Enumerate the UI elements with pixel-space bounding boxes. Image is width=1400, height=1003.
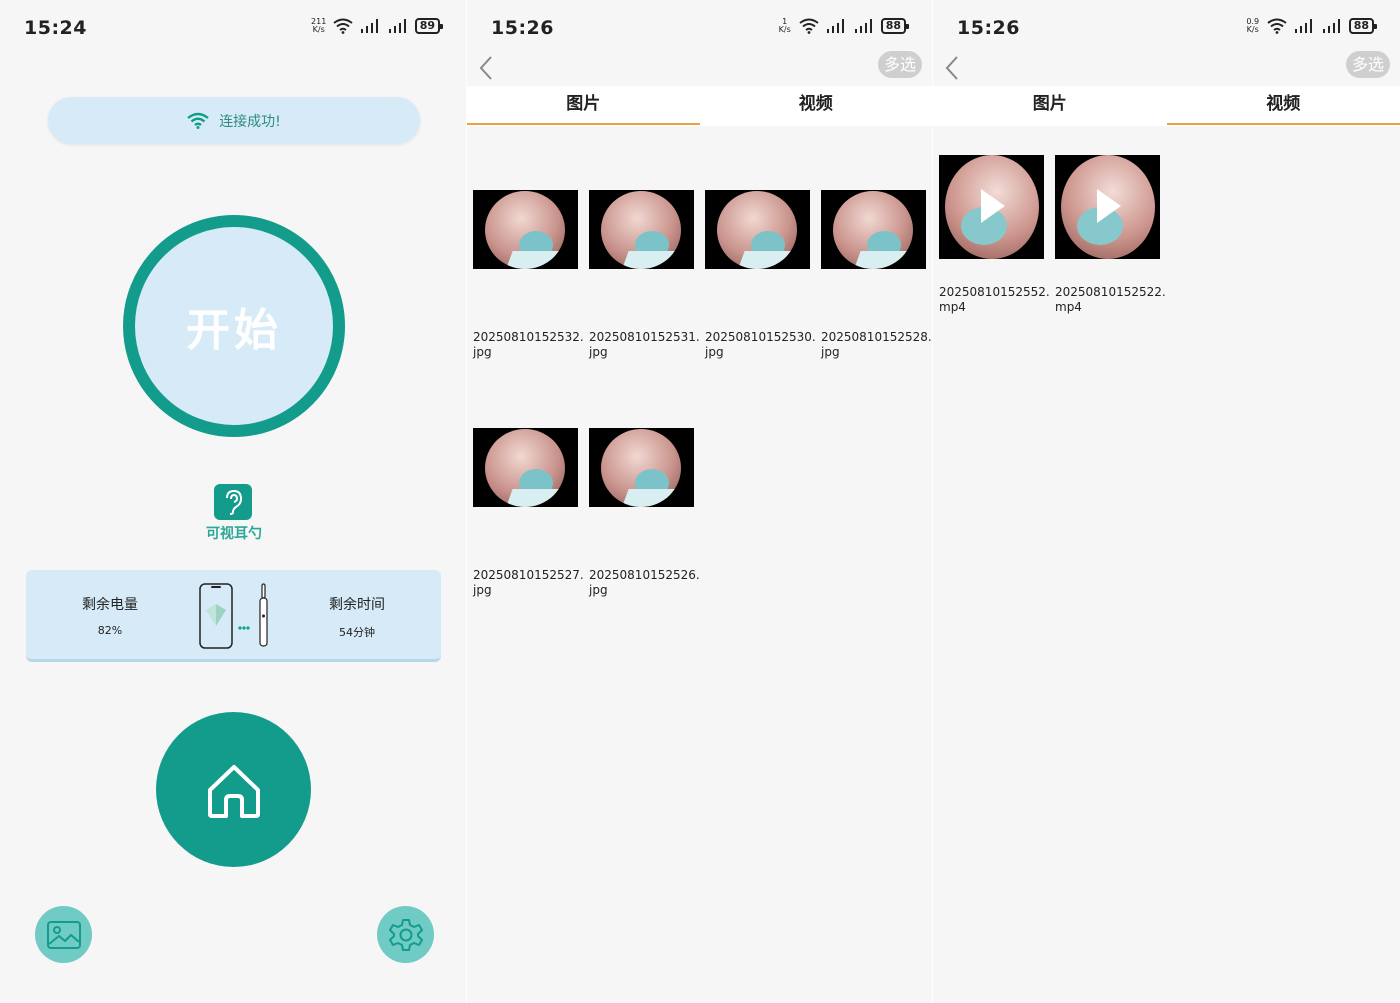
video-thumbnail xyxy=(939,155,1044,259)
video-filename: 20250810152522.mp4 xyxy=(1055,285,1166,314)
photo-item[interactable]: 20250810152527.jpg xyxy=(473,428,589,666)
device-label: 可视耳勺 xyxy=(206,526,262,542)
photo-grid: 20250810152532.jpg 20250810152531.jpg 20… xyxy=(473,190,932,666)
back-icon[interactable] xyxy=(475,54,499,82)
start-label: 开始 xyxy=(186,305,282,356)
battery-title: 剩余电量 xyxy=(82,597,138,613)
wifi-icon xyxy=(187,112,209,129)
battery-indicator: 88 xyxy=(880,18,910,34)
status-bar: 15:26 1 K/s 88 xyxy=(467,0,932,56)
battery-value: 82% xyxy=(97,624,123,637)
photo-item[interactable]: 20250810152528.jpg xyxy=(821,190,932,428)
gallery-icon xyxy=(46,920,81,949)
signal-icon xyxy=(388,19,406,33)
photo-thumbnail xyxy=(473,428,578,507)
wifi-status-icon xyxy=(333,18,353,34)
status-bar: 15:24 211 K/s 89 xyxy=(0,0,466,56)
photo-thumbnail xyxy=(589,428,694,507)
settings-button[interactable] xyxy=(377,906,434,963)
top-bar: 多选 xyxy=(933,50,1400,84)
home-icon xyxy=(207,764,260,818)
multi-select-button[interactable]: 多选 xyxy=(1345,51,1390,78)
photo-thumbnail xyxy=(821,190,926,269)
photo-filename: 20250810152531.jpg xyxy=(589,330,700,359)
play-icon xyxy=(1097,189,1121,223)
video-gallery-screen: 15:26 0.9 K/s 88 多选 图片 视频 20250810152552… xyxy=(933,0,1400,1003)
photo-thumbnail xyxy=(473,190,578,269)
tab-photos[interactable]: 图片 xyxy=(933,86,1167,126)
back-icon[interactable] xyxy=(941,54,965,82)
network-speed: 1 K/s xyxy=(778,17,791,34)
video-filename: 20250810152552.mp4 xyxy=(939,285,1050,314)
media-tabs: 图片 视频 xyxy=(933,86,1400,126)
home-button[interactable] xyxy=(156,712,311,867)
start-button[interactable]: 开始 xyxy=(123,215,345,437)
multi-select-button[interactable]: 多选 xyxy=(877,51,922,78)
photo-item[interactable]: 20250810152532.jpg xyxy=(473,190,589,428)
video-item[interactable]: 20250810152552.mp4 xyxy=(939,155,1055,325)
time-title: 剩余时间 xyxy=(329,597,385,613)
time-value: 54分钟 xyxy=(339,626,375,639)
wifi-status-icon xyxy=(1267,18,1287,34)
phone-device-illustration xyxy=(199,583,268,649)
gear-icon xyxy=(388,918,423,951)
home-screen: 15:24 211 K/s 89 连接成功! 开始 可视耳勺 剩余电量 82% xyxy=(0,0,466,1003)
video-item[interactable]: 20250810152522.mp4 xyxy=(1055,155,1171,325)
gallery-button[interactable] xyxy=(35,906,92,963)
photo-filename: 20250810152532.jpg xyxy=(473,330,584,359)
battery-info: 剩余电量 82% xyxy=(55,594,165,637)
status-time: 15:26 xyxy=(491,17,554,39)
network-speed: 211 K/s xyxy=(311,17,327,34)
battery-indicator: 88 xyxy=(1348,18,1378,34)
photo-item[interactable]: 20250810152530.jpg xyxy=(705,190,821,428)
signal-icon xyxy=(1294,19,1312,33)
photo-item[interactable]: 20250810152526.jpg xyxy=(589,428,705,666)
wifi-status-icon xyxy=(799,18,819,34)
signal-icon xyxy=(854,19,872,33)
photo-filename: 20250810152527.jpg xyxy=(473,568,584,597)
ear-icon[interactable] xyxy=(214,484,252,520)
photo-gallery-screen: 15:26 1 K/s 88 多选 图片 视频 20250810152532.j… xyxy=(467,0,932,1003)
time-info: 剩余时间 54分钟 xyxy=(302,594,412,640)
photo-item[interactable]: 20250810152531.jpg xyxy=(589,190,705,428)
status-time: 15:24 xyxy=(24,17,87,39)
network-speed: 0.9 K/s xyxy=(1246,17,1260,34)
connection-text: 连接成功! xyxy=(219,113,281,130)
video-grid: 20250810152552.mp4 20250810152522.mp4 xyxy=(939,155,1400,325)
media-tabs: 图片 视频 xyxy=(467,86,932,126)
video-thumbnail xyxy=(1055,155,1160,259)
tab-videos[interactable]: 视频 xyxy=(1166,86,1400,126)
photo-thumbnail xyxy=(705,190,810,269)
signal-icon xyxy=(826,19,844,33)
photo-filename: 20250810152528.jpg xyxy=(821,330,932,359)
photo-filename: 20250810152530.jpg xyxy=(705,330,816,359)
device-info-card: 剩余电量 82% 剩余时间 54分钟 xyxy=(26,570,441,662)
tab-videos[interactable]: 视频 xyxy=(700,86,933,126)
photo-filename: 20250810152526.jpg xyxy=(589,568,700,597)
battery-indicator: 89 xyxy=(414,18,444,34)
play-icon xyxy=(981,189,1005,223)
status-bar: 15:26 0.9 K/s 88 xyxy=(933,0,1400,56)
status-time: 15:26 xyxy=(957,17,1020,39)
top-bar: 多选 xyxy=(467,50,932,84)
signal-icon xyxy=(1322,19,1340,33)
connection-status-pill: 连接成功! xyxy=(48,97,420,144)
photo-thumbnail xyxy=(589,190,694,269)
tab-photos[interactable]: 图片 xyxy=(467,86,700,126)
signal-icon xyxy=(360,19,378,33)
